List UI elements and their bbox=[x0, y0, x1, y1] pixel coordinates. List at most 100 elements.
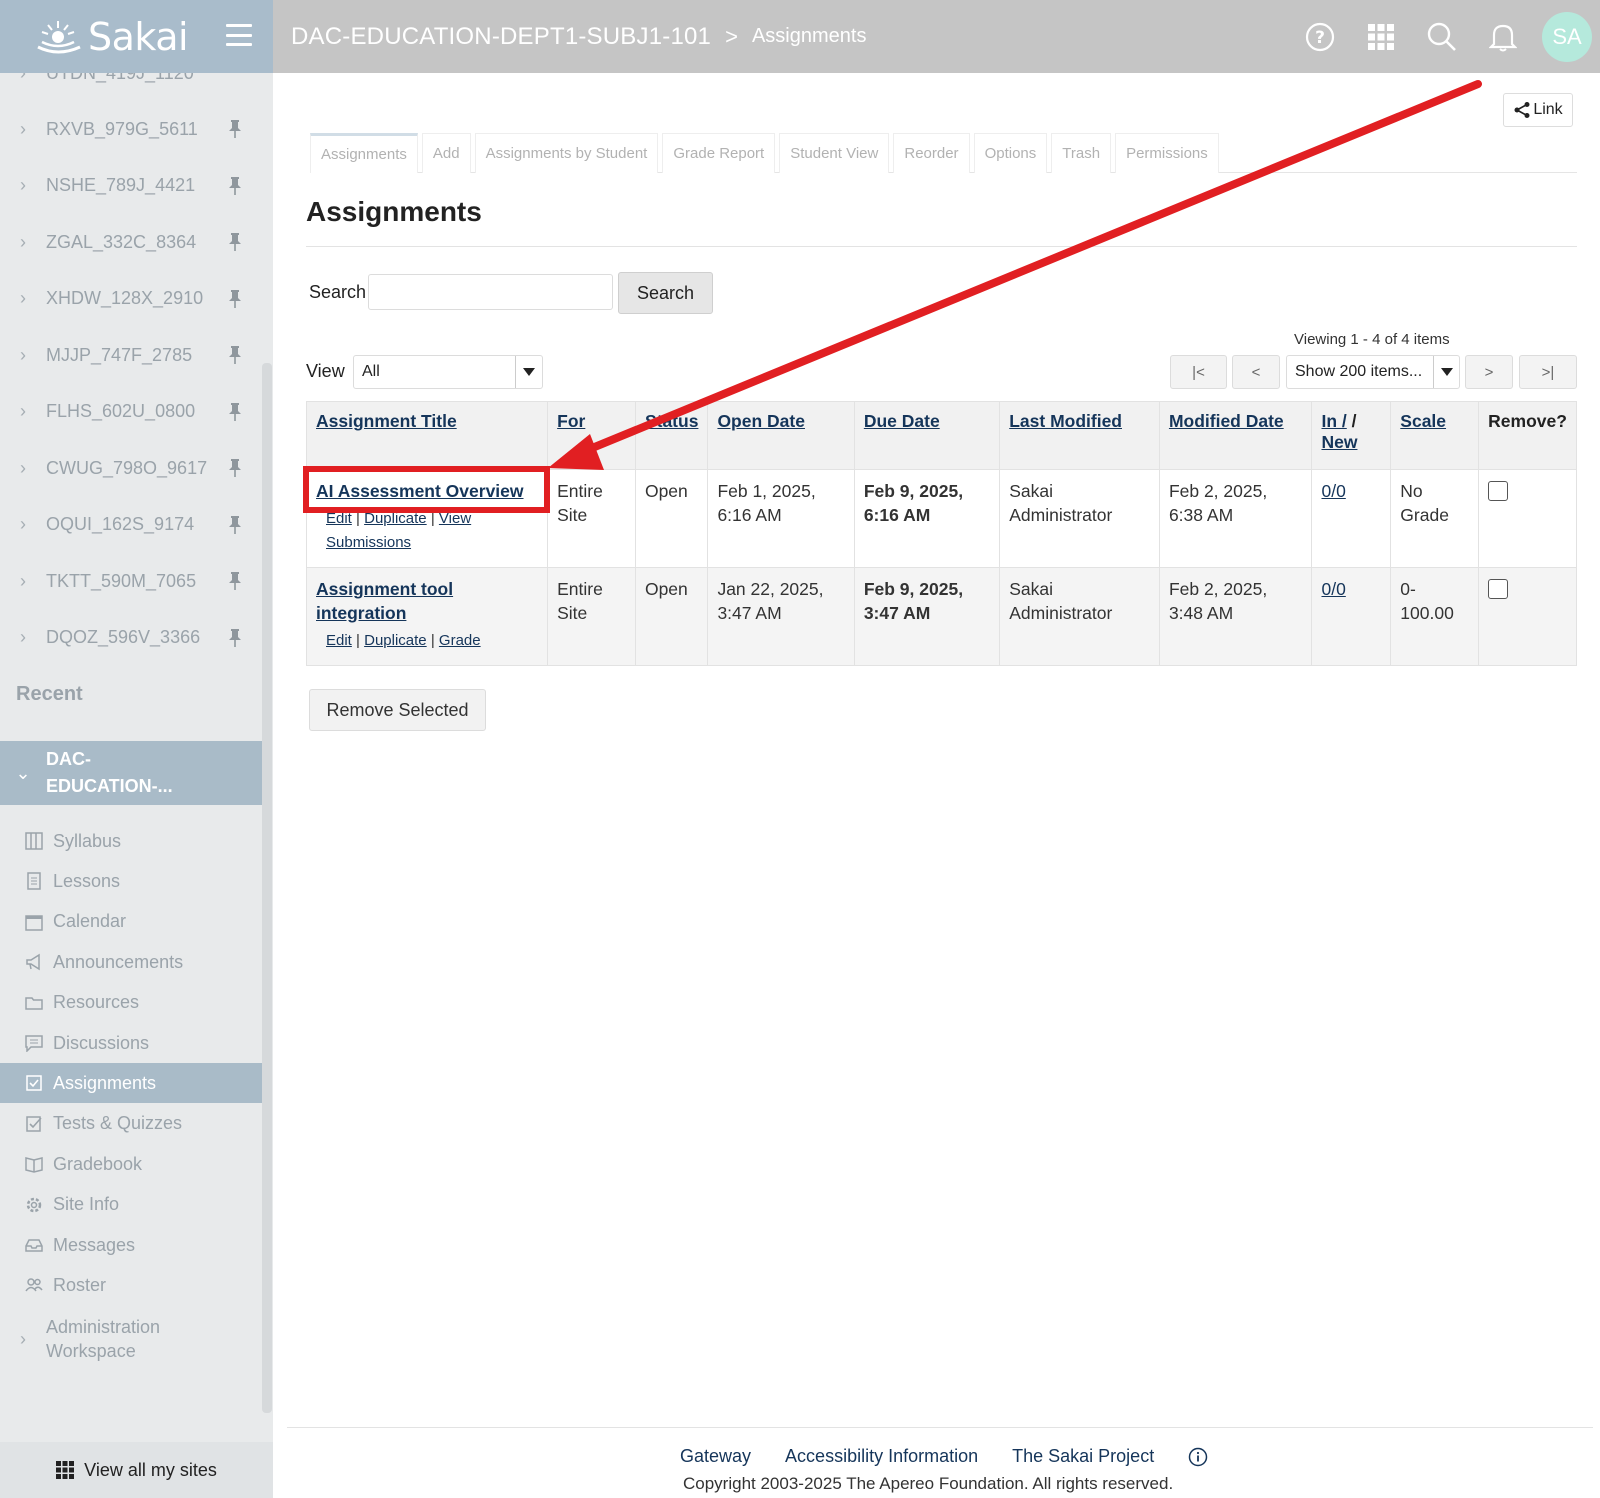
sidebar-tool-roster[interactable]: Roster bbox=[0, 1265, 262, 1305]
pin-icon[interactable] bbox=[228, 119, 242, 139]
column-header: Open Date bbox=[707, 401, 855, 470]
logo-text: Sakai bbox=[88, 14, 189, 59]
sort-due-date[interactable]: Due Date bbox=[864, 411, 940, 431]
pin-icon[interactable] bbox=[228, 232, 242, 252]
pin-icon[interactable] bbox=[228, 345, 242, 365]
footer-link-sakai-project[interactable]: The Sakai Project bbox=[1012, 1446, 1154, 1467]
discussion-icon bbox=[24, 1033, 44, 1053]
sort-scale[interactable]: Scale bbox=[1400, 411, 1446, 431]
edit-link[interactable]: Edit bbox=[326, 510, 352, 527]
tab-reorder[interactable]: Reorder bbox=[893, 133, 970, 173]
sidebar-tool-lessons[interactable]: Lessons bbox=[0, 861, 262, 901]
sidebar-site-item[interactable]: › NSHE_789J_4421 bbox=[0, 158, 262, 214]
duplicate-link[interactable]: Duplicate bbox=[364, 632, 427, 649]
table-row: Assignment tool integration Edit | Dupli… bbox=[305, 567, 1577, 666]
bell-icon[interactable] bbox=[1488, 22, 1518, 52]
sidebar-site-partial[interactable]: › UTDN_419J_1120 bbox=[0, 73, 262, 101]
pin-icon[interactable] bbox=[228, 515, 242, 535]
submissions-count-link[interactable]: 0/0 bbox=[1321, 481, 1345, 501]
sidebar-site-item[interactable]: › ZGAL_332C_8364 bbox=[0, 214, 262, 270]
pin-icon[interactable] bbox=[228, 289, 242, 309]
sidebar-current-site[interactable]: ⌄ DAC-EDUCATION-... bbox=[0, 741, 262, 805]
edit-link[interactable]: Edit bbox=[326, 632, 352, 649]
avatar[interactable]: SA bbox=[1542, 11, 1592, 62]
tab-assignments[interactable]: Assignments bbox=[310, 133, 418, 173]
prev-page-button[interactable]: < bbox=[1232, 355, 1280, 389]
sidebar-tool-messages[interactable]: Messages bbox=[0, 1225, 262, 1265]
sort-last-modified[interactable]: Last Modified bbox=[1009, 411, 1122, 431]
link-button[interactable]: Link bbox=[1503, 93, 1573, 127]
sidebar-tool-assignments[interactable]: Assignments bbox=[0, 1063, 262, 1104]
tab-grade-report[interactable]: Grade Report bbox=[662, 133, 776, 173]
tab-assignments-by-student[interactable]: Assignments by Student bbox=[474, 133, 659, 173]
sidebar-site-item[interactable]: › OQUI_162S_9174 bbox=[0, 497, 262, 553]
tab-permissions[interactable]: Permissions bbox=[1115, 133, 1219, 173]
chevron-right-icon: › bbox=[20, 1328, 26, 1349]
view-all-sites-label: View all my sites bbox=[84, 1459, 217, 1480]
page-size-select[interactable]: Show 200 items... bbox=[1286, 355, 1460, 389]
sidebar-tool-announcements[interactable]: Announcements bbox=[0, 942, 262, 982]
sidebar-site-item[interactable]: › CWUG_798O_9617 bbox=[0, 440, 262, 496]
sort-modified-date[interactable]: Modified Date bbox=[1169, 411, 1284, 431]
breadcrumb-site[interactable]: DAC-EDUCATION-DEPT1-SUBJ1-101 bbox=[291, 23, 711, 51]
sakai-logo[interactable]: Sakai bbox=[32, 14, 189, 59]
pin-icon[interactable] bbox=[228, 458, 242, 478]
tab-options[interactable]: Options bbox=[973, 133, 1048, 173]
assignment-title-link[interactable]: Assignment tool integration bbox=[316, 577, 538, 625]
tab-add[interactable]: Add bbox=[421, 133, 471, 173]
sort-for[interactable]: For bbox=[557, 411, 585, 431]
footer-link-gateway[interactable]: Gateway bbox=[680, 1446, 751, 1467]
sidebar-site-item[interactable]: › FLHS_602U_0800 bbox=[0, 384, 262, 440]
pin-icon[interactable] bbox=[228, 176, 242, 196]
site-label: OQUI_162S_9174 bbox=[46, 514, 195, 534]
remove-checkbox[interactable] bbox=[1488, 579, 1509, 599]
sort-in[interactable]: In / bbox=[1321, 411, 1346, 431]
sidebar-tool-gradebook[interactable]: Gradebook bbox=[0, 1144, 262, 1184]
last-page-button[interactable]: >| bbox=[1519, 355, 1577, 389]
chevron-right-icon: › bbox=[20, 627, 26, 647]
tool-label: Tests & Quizzes bbox=[53, 1113, 183, 1134]
sidebar-site-item[interactable]: › MJJP_747F_2785 bbox=[0, 327, 262, 383]
cell-due-date: Feb 9, 2025, 6:16 AM bbox=[853, 469, 1001, 568]
view-all-sites-button[interactable]: View all my sites bbox=[0, 1442, 273, 1498]
search-icon[interactable] bbox=[1427, 22, 1457, 52]
search-button[interactable]: Search bbox=[618, 272, 713, 314]
sidebar-site-item[interactable]: › RXVB_979G_5611 bbox=[0, 101, 262, 157]
search-input[interactable] bbox=[368, 274, 613, 310]
sort-open-date[interactable]: Open Date bbox=[717, 411, 805, 431]
sidebar-tool-tests-quizzes[interactable]: Tests & Quizzes bbox=[0, 1104, 262, 1144]
footer-link-accessibility[interactable]: Accessibility Information bbox=[785, 1446, 978, 1467]
pin-icon[interactable] bbox=[228, 628, 242, 648]
sidebar-tool-site-info[interactable]: Site Info bbox=[0, 1185, 262, 1225]
remove-selected-button[interactable]: Remove Selected bbox=[309, 689, 486, 731]
grade-link[interactable]: Grade bbox=[439, 632, 481, 649]
sidebar-tool-calendar[interactable]: Calendar bbox=[0, 902, 262, 942]
next-page-button[interactable]: > bbox=[1465, 355, 1513, 389]
remove-checkbox[interactable] bbox=[1488, 481, 1509, 501]
sidebar-site-admin-workspace[interactable]: › Administration Workspace bbox=[0, 1311, 262, 1367]
sidebar-site-item[interactable]: › XHDW_128X_2910 bbox=[0, 271, 262, 327]
sidebar-site-item[interactable]: › DQOZ_596V_3366 bbox=[0, 610, 262, 666]
tab-trash[interactable]: Trash bbox=[1051, 133, 1112, 173]
pin-icon[interactable] bbox=[228, 402, 242, 422]
submissions-count-link[interactable]: 0/0 bbox=[1321, 579, 1345, 599]
sort-new[interactable]: New bbox=[1321, 432, 1357, 452]
svg-text:?: ? bbox=[1315, 28, 1325, 48]
help-icon[interactable]: ? bbox=[1305, 22, 1335, 52]
first-page-button[interactable]: |< bbox=[1170, 355, 1227, 389]
sidebar-site-item[interactable]: › TKTT_590M_7065 bbox=[0, 553, 262, 609]
assignment-title-link[interactable]: AI Assessment Overview bbox=[316, 479, 538, 503]
sidebar-tool-syllabus[interactable]: Syllabus bbox=[0, 821, 262, 861]
tab-student-view[interactable]: Student View bbox=[779, 133, 890, 173]
menu-toggle-button[interactable] bbox=[226, 24, 252, 46]
view-filter-select[interactable]: All bbox=[353, 355, 543, 389]
pin-icon[interactable] bbox=[228, 571, 242, 591]
apps-grid-icon[interactable] bbox=[1366, 22, 1396, 52]
sidebar-tool-resources[interactable]: Resources bbox=[0, 983, 262, 1023]
sidebar-scrollbar[interactable] bbox=[262, 363, 272, 1413]
sort-status[interactable]: Status bbox=[645, 411, 698, 431]
info-icon[interactable] bbox=[1188, 1447, 1208, 1467]
sort-assignment-title[interactable]: Assignment Title bbox=[316, 411, 457, 431]
duplicate-link[interactable]: Duplicate bbox=[364, 510, 427, 527]
sidebar-tool-discussions[interactable]: Discussions bbox=[0, 1023, 262, 1063]
